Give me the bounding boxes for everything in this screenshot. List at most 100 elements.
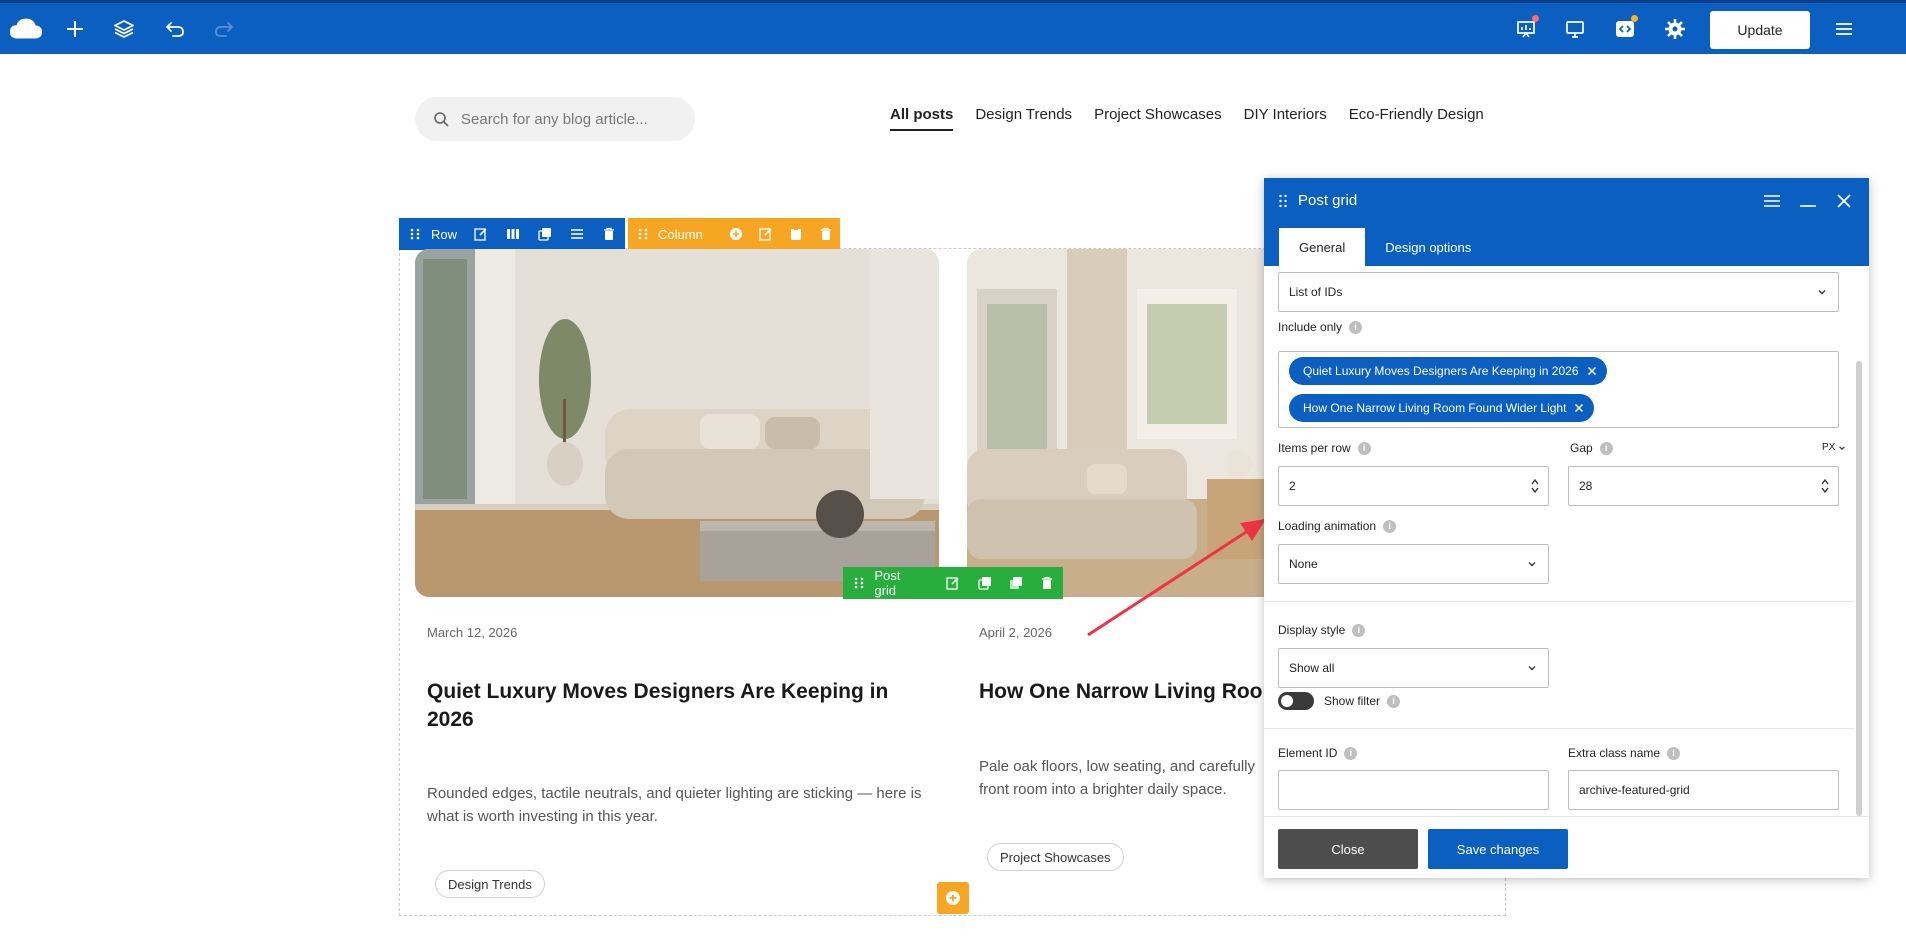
- show-filter-label: Show filter i: [1324, 694, 1401, 708]
- panel-scrollbar[interactable]: [1856, 361, 1862, 816]
- edit-icon[interactable]: [759, 226, 773, 242]
- builder-toolbar: Update: [0, 0, 1906, 54]
- menu-lines-icon[interactable]: [569, 226, 585, 242]
- search-placeholder: Search for any blog article...: [461, 110, 648, 128]
- include-only-field[interactable]: Quiet Luxury Moves Designers Are Keeping…: [1278, 351, 1839, 428]
- cloud-logo-icon[interactable]: [8, 15, 44, 43]
- include-only-label: Include only i: [1278, 320, 1363, 334]
- column-label[interactable]: Column: [658, 227, 703, 242]
- close-button[interactable]: Close: [1278, 829, 1418, 869]
- row-label[interactable]: Row: [431, 227, 457, 242]
- plus-icon[interactable]: [61, 15, 89, 43]
- post-image-living-room[interactable]: [415, 249, 939, 597]
- add-element-button[interactable]: [937, 882, 969, 914]
- tab-general[interactable]: General: [1279, 228, 1366, 266]
- clone-icon[interactable]: [537, 226, 553, 242]
- chip-label: How One Narrow Living Room Found Wider L…: [1303, 401, 1567, 415]
- gear-icon[interactable]: [1661, 15, 1689, 43]
- display-style-select[interactable]: Show all: [1278, 648, 1549, 688]
- gap-label: Gap i: [1570, 441, 1613, 455]
- chevron-down-icon: [1528, 666, 1536, 671]
- drag-handle-icon[interactable]: [407, 226, 423, 242]
- items-per-row-label: Items per row i: [1278, 441, 1371, 455]
- category-diy-interiors[interactable]: DIY Interiors: [1244, 106, 1327, 131]
- code-icon[interactable]: [1611, 15, 1639, 43]
- items-per-row-value: 2: [1289, 479, 1296, 493]
- update-button[interactable]: Update: [1710, 11, 1810, 49]
- hamburger-icon[interactable]: [1830, 15, 1858, 43]
- add-circle-icon[interactable]: [729, 226, 743, 242]
- show-filter-toggle[interactable]: [1278, 692, 1314, 710]
- post-excerpt: Rounded edges, tactile neutrals, and qui…: [427, 785, 922, 825]
- trash-icon[interactable]: [819, 226, 833, 242]
- category-eco-friendly-design[interactable]: Eco-Friendly Design: [1349, 106, 1484, 131]
- post-grid-label[interactable]: Post grid: [874, 568, 923, 598]
- search-input[interactable]: Search for any blog article...: [415, 97, 695, 141]
- remove-icon[interactable]: [1587, 366, 1597, 376]
- gap-input[interactable]: 28: [1568, 466, 1839, 506]
- trash-icon[interactable]: [1040, 575, 1055, 591]
- save-changes-button[interactable]: Save changes: [1428, 829, 1568, 869]
- chip-label: Quiet Luxury Moves Designers Are Keeping…: [1303, 364, 1579, 378]
- gap-unit-value: PX: [1822, 442, 1836, 453]
- close-icon[interactable]: [1833, 190, 1855, 212]
- source-select[interactable]: List of IDs: [1278, 272, 1839, 312]
- columns-icon[interactable]: [505, 226, 521, 242]
- info-icon: i: [1599, 441, 1613, 455]
- clone-icon[interactable]: [977, 575, 992, 591]
- edit-icon[interactable]: [946, 575, 961, 591]
- info-icon: i: [1387, 694, 1401, 708]
- element-id-input[interactable]: [1278, 770, 1549, 810]
- drag-handle-icon[interactable]: [636, 226, 650, 242]
- section-divider: [1264, 728, 1854, 729]
- panel-header: Post grid General Design options: [1264, 178, 1869, 266]
- copy-icon[interactable]: [1008, 575, 1023, 591]
- stepper-icon[interactable]: [1820, 476, 1830, 496]
- included-post-chip[interactable]: Quiet Luxury Moves Designers Are Keeping…: [1289, 357, 1607, 385]
- gap-value: 28: [1579, 479, 1593, 493]
- display-style-label: Display style i: [1278, 623, 1366, 637]
- element-id-label: Element ID i: [1278, 746, 1358, 760]
- extra-class-input[interactable]: archive-featured-grid: [1568, 770, 1839, 810]
- notification-dot: [1532, 15, 1539, 22]
- category-all-posts[interactable]: All posts: [890, 106, 954, 131]
- category-project-showcases[interactable]: Project Showcases: [1094, 106, 1222, 131]
- extra-class-value: archive-featured-grid: [1579, 783, 1690, 797]
- presentation-icon[interactable]: [1512, 15, 1540, 43]
- monitor-icon[interactable]: [1561, 15, 1589, 43]
- post-tag[interactable]: Project Showcases: [987, 843, 1124, 871]
- source-value: List of IDs: [1289, 285, 1343, 299]
- layers-icon[interactable]: [110, 15, 138, 43]
- minimize-icon[interactable]: [1797, 190, 1819, 212]
- paste-icon[interactable]: [789, 226, 803, 242]
- gap-unit-select[interactable]: PX: [1822, 442, 1846, 453]
- stepper-icon[interactable]: [1530, 476, 1540, 496]
- edit-icon[interactable]: [473, 226, 489, 242]
- remove-icon[interactable]: [1574, 403, 1584, 413]
- post-title[interactable]: How One Narrow Living Room: [979, 678, 1279, 706]
- redo-icon[interactable]: [210, 15, 238, 43]
- trash-icon[interactable]: [601, 226, 617, 242]
- extra-class-label: Extra class name i: [1568, 746, 1681, 760]
- drag-handle-icon[interactable]: [1278, 194, 1288, 213]
- search-icon: [434, 112, 449, 127]
- tab-design-options[interactable]: Design options: [1365, 228, 1491, 266]
- post-title[interactable]: Quiet Luxury Moves Designers Are Keeping…: [427, 678, 917, 734]
- info-icon: i: [1352, 623, 1366, 637]
- items-per-row-input[interactable]: 2: [1278, 466, 1549, 506]
- post-excerpt: Pale oak floors, low seating, and carefu…: [979, 758, 1255, 798]
- panel-title: Post grid: [1298, 192, 1358, 209]
- post-tag[interactable]: Design Trends: [435, 870, 545, 898]
- post-date: March 12, 2026: [427, 625, 518, 640]
- undo-icon[interactable]: [161, 15, 189, 43]
- category-design-trends[interactable]: Design Trends: [975, 106, 1072, 131]
- chevron-down-icon: [1528, 562, 1536, 567]
- panel-body: List of IDs Include only i Quiet Luxury M…: [1264, 266, 1869, 816]
- panel-footer: Close Save changes: [1264, 816, 1869, 878]
- included-post-chip[interactable]: How One Narrow Living Room Found Wider L…: [1289, 394, 1595, 422]
- row-controls: Row: [399, 218, 625, 250]
- display-style-value: Show all: [1289, 661, 1335, 675]
- hamburger-icon[interactable]: [1761, 190, 1783, 212]
- drag-handle-icon[interactable]: [851, 575, 866, 591]
- loading-animation-select[interactable]: None: [1278, 544, 1549, 584]
